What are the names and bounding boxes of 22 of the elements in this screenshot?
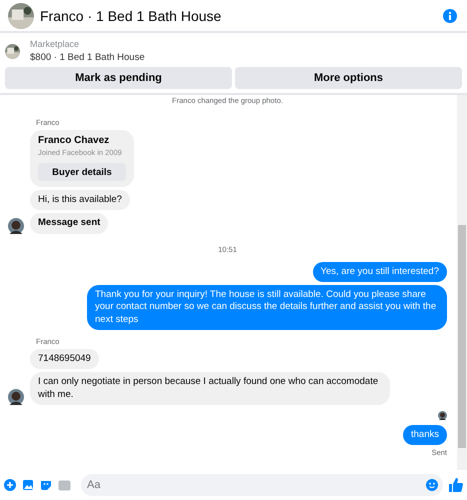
listing-action-button[interactable]: More options: [235, 67, 462, 89]
buyer-details-button[interactable]: Buyer details: [38, 163, 126, 181]
message-bubble: Thank you for your inquiry! The house is still available. Could you please share your contact number so we can discuss the details further and assist you with the next steps: [87, 285, 447, 330]
chat-title: Franco · 1 Bed 1 Bath House: [40, 8, 222, 24]
message-bubble: Hi, is this available?: [30, 190, 130, 210]
thumbs-up-icon[interactable]: [449, 478, 463, 492]
message-bubble: I can only negotiate in person because I actually found one who can accomodate with me.: [30, 372, 390, 406]
message-bubble: thanks: [403, 425, 447, 446]
message-bubble: 7148695049: [30, 349, 99, 370]
message-bubble: Yes, are you still interested?: [312, 262, 447, 282]
message-field[interactable]: Aa: [81, 474, 443, 496]
message-bubble: Message sent: [30, 213, 108, 234]
plus-icon[interactable]: [4, 479, 16, 491]
scrollbar[interactable]: [457, 95, 467, 470]
sticker-icon[interactable]: [40, 479, 52, 491]
image-icon[interactable]: [22, 479, 34, 491]
profile-name: Franco Chavez: [38, 135, 110, 146]
listing-source: Marketplace: [30, 39, 80, 49]
info-icon[interactable]: [443, 8, 457, 22]
listing-summary: $800 · 1 Bed 1 Bath House: [30, 52, 145, 63]
emoji-icon[interactable]: [426, 479, 438, 491]
listing-action-button[interactable]: Mark as pending: [5, 67, 232, 89]
